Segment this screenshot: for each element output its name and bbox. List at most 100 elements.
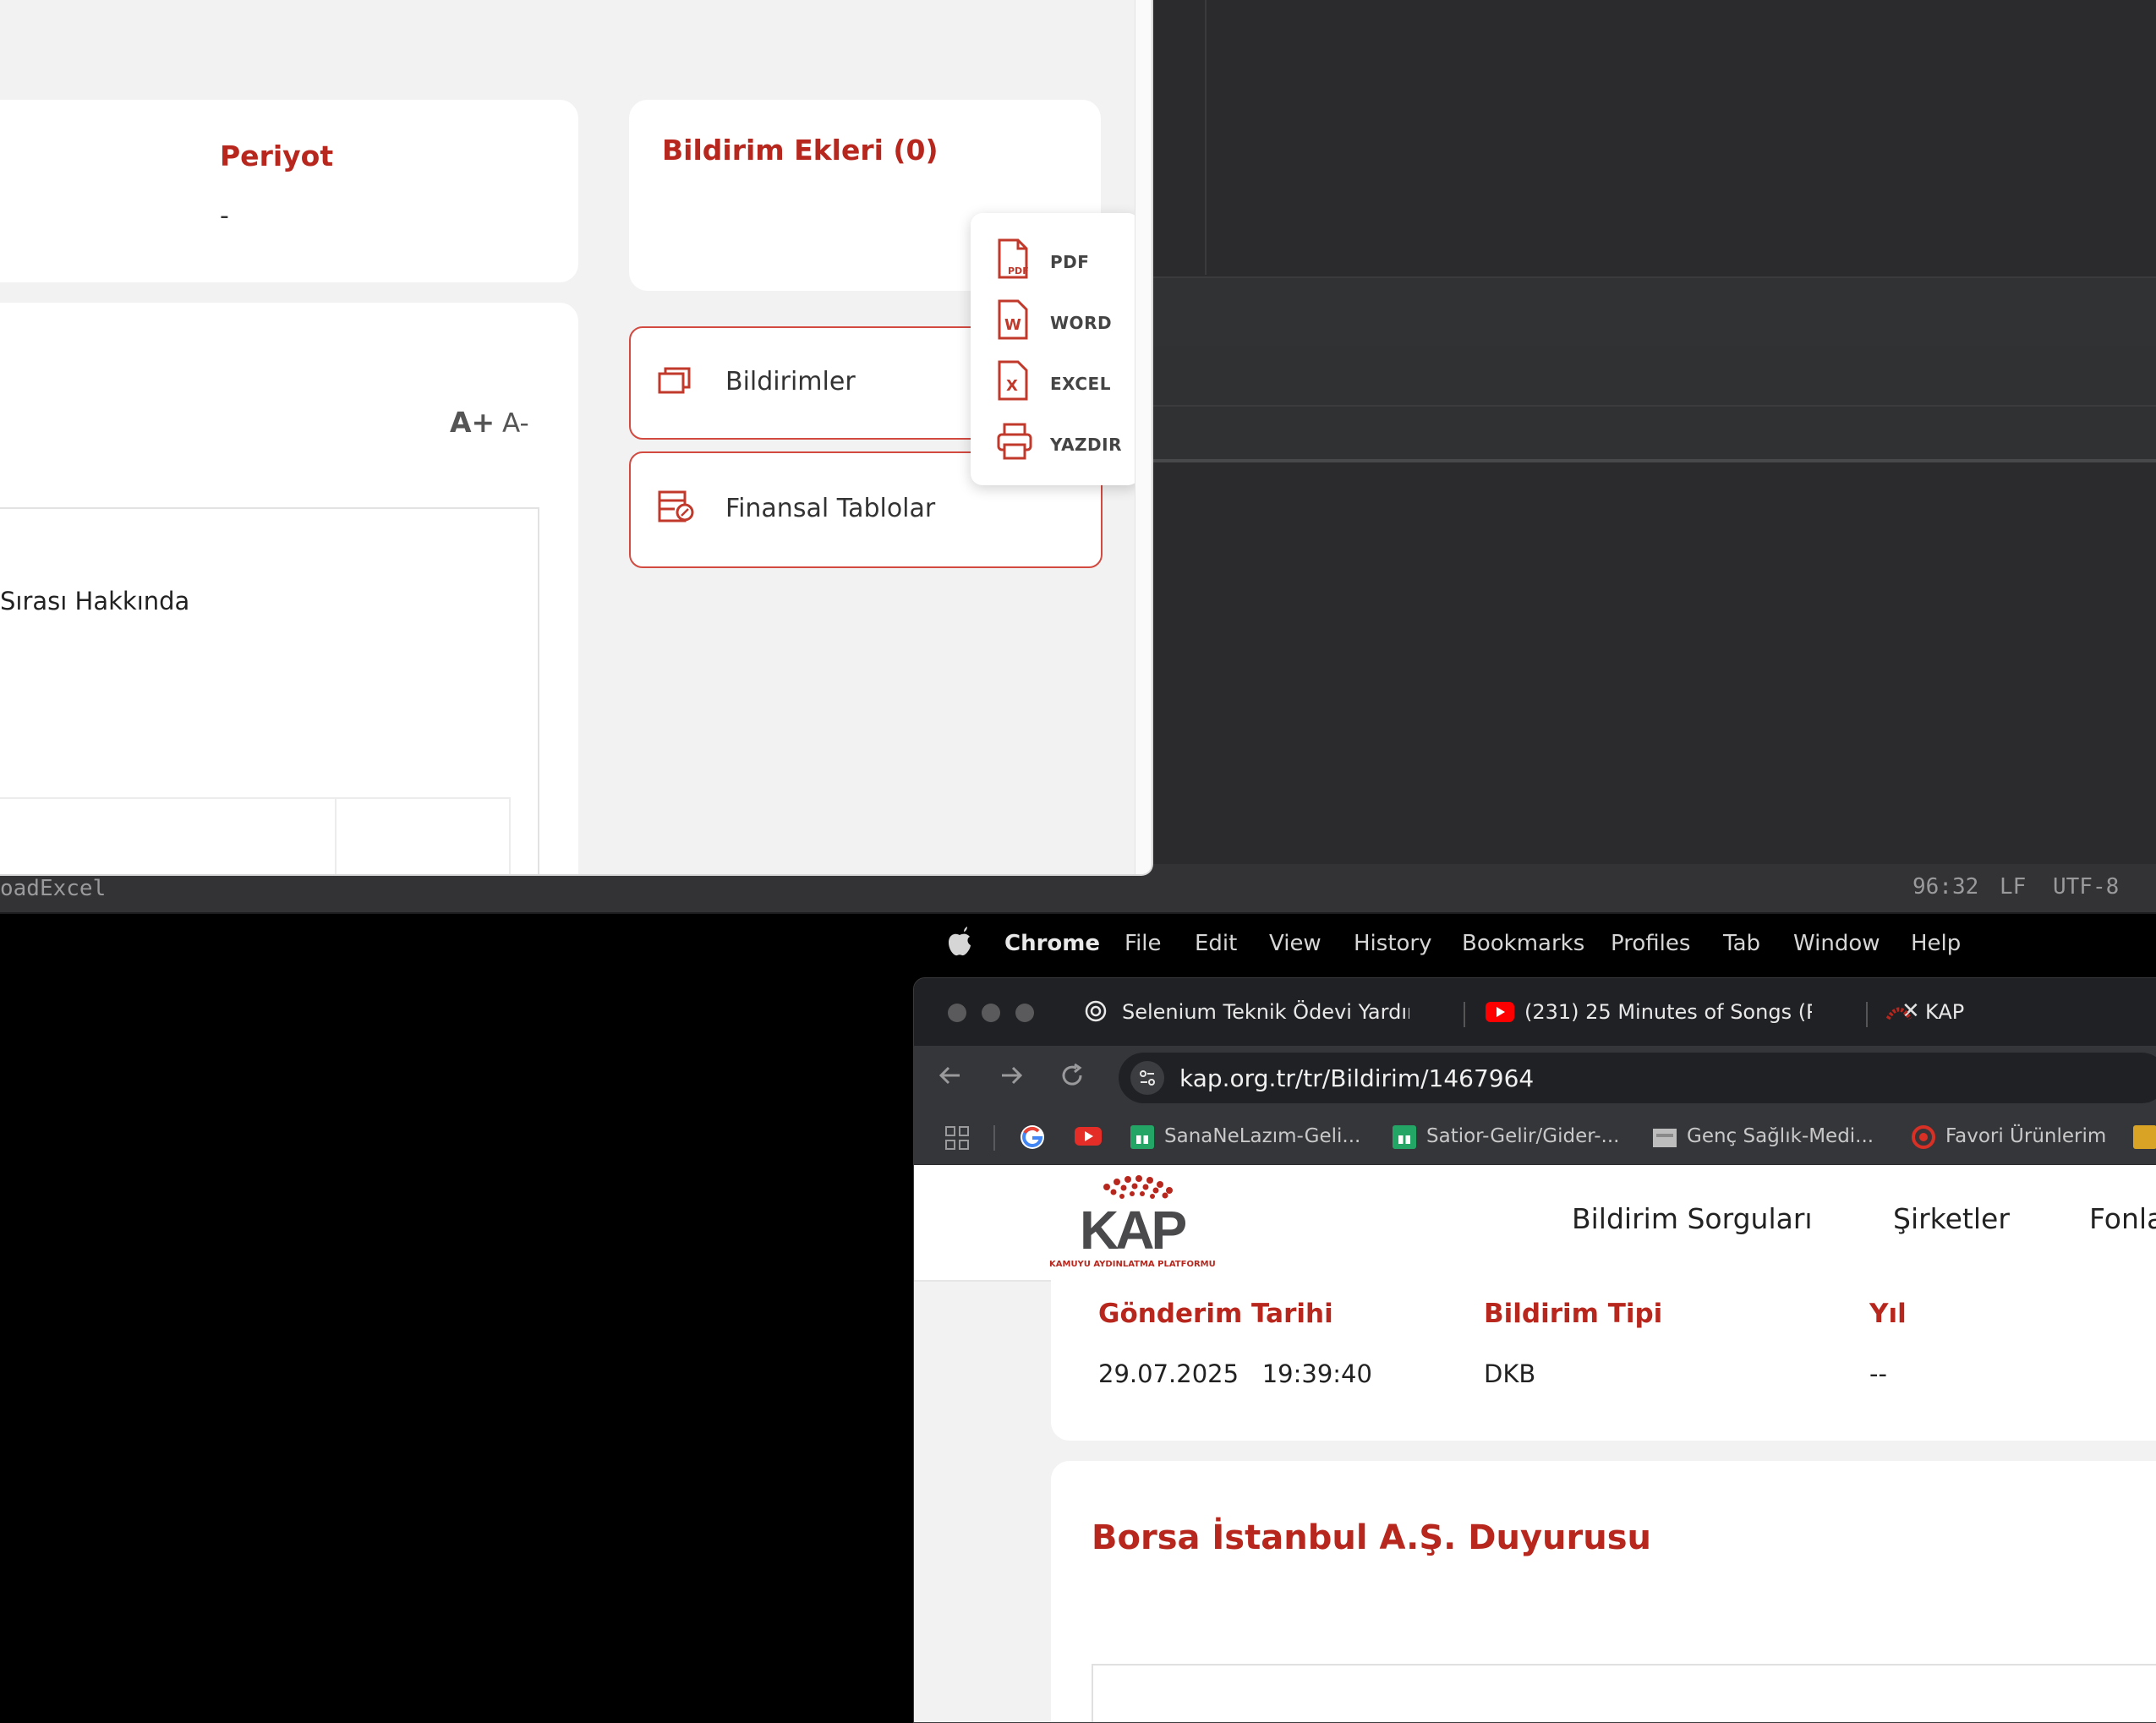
menu-app-name[interactable]: Chrome	[1004, 931, 1100, 956]
nav-bildirim-sorgulari[interactable]: Bildirim Sorguları	[1572, 1202, 1813, 1235]
export-excel-label: EXCEL	[1050, 374, 1111, 394]
site-settings-icon[interactable]	[1130, 1061, 1164, 1095]
export-pdf-label: PDF	[1050, 252, 1090, 272]
word-file-icon: W	[996, 299, 1030, 343]
export-print-label: YAZDIR	[1050, 435, 1122, 455]
sheets-icon	[1130, 1125, 1154, 1149]
export-word-item[interactable]: W WORD	[996, 299, 1140, 347]
tab-separator	[1866, 1002, 1868, 1027]
pdf-file-icon: PDF	[996, 238, 1030, 282]
editor-panel	[1152, 276, 2156, 347]
apple-icon[interactable]	[947, 927, 972, 963]
close-window-button[interactable]	[948, 1004, 966, 1022]
bookmark-google[interactable]	[1019, 1124, 1046, 1156]
bookmark-overflow-icon[interactable]	[2133, 1125, 2156, 1149]
export-excel-item[interactable]: X EXCEL	[996, 360, 1140, 408]
menu-edit[interactable]: Edit	[1195, 931, 1237, 956]
kap-website: KAP KAMUYU AYDINLATMA PLATFORMU Bildirim…	[914, 1165, 2156, 1722]
notification-type-value: DKB	[1484, 1359, 1536, 1388]
bookmark-sananelazim[interactable]: SanaNeLazım-Geli...	[1129, 1124, 1360, 1156]
status-cursor-position[interactable]: 96:32	[1912, 874, 1978, 900]
screen-divider	[0, 912, 2156, 914]
page-icon	[1653, 1129, 1677, 1147]
apps-grid-icon[interactable]	[944, 1125, 970, 1156]
bookmark-youtube[interactable]	[1075, 1127, 1102, 1151]
menu-bookmarks[interactable]: Bookmarks	[1462, 931, 1584, 956]
bookmarks-bar: SanaNeLazım-Geli... Satior-Gelir/Gider-.…	[914, 1110, 2156, 1165]
youtube-icon	[1486, 1002, 1514, 1027]
favorite-icon	[1912, 1125, 1935, 1149]
zoom-window-button[interactable]	[1015, 1004, 1034, 1022]
export-print-item[interactable]: YAZDIR	[996, 421, 1140, 468]
send-date-header: Gönderim Tarihi	[1098, 1299, 1333, 1329]
tab-chatgpt[interactable]: Selenium Teknik Ödevi Yardım ✕	[1083, 997, 1514, 1036]
tab-title: Selenium Teknik Ödevi Yardım	[1122, 1000, 1409, 1024]
menu-window[interactable]: Window	[1793, 931, 1880, 956]
browser-toolbar: kap.org.tr/tr/Bildirim/1467964	[914, 1046, 2156, 1110]
period-card	[0, 100, 578, 282]
document-table	[0, 797, 511, 874]
kap-logo-subtitle: KAMUYU AYDINLATMA PLATFORMU	[1049, 1260, 1216, 1269]
kap-icon	[1885, 1000, 1912, 1027]
svg-text:PDF: PDF	[1008, 265, 1029, 276]
export-menu: PDF PDF W WORD X EXCEL YAZDIR	[971, 213, 1140, 485]
page-scrollbar[interactable]	[1135, 0, 1151, 874]
status-encoding[interactable]: UTF-8	[2053, 874, 2119, 900]
url-text: kap.org.tr/tr/Bildirim/1467964	[1179, 1064, 1535, 1092]
editor-panel	[1152, 346, 2156, 407]
editor-panel	[1152, 407, 2156, 462]
bookmark-label: Favori Ürünlerim	[1945, 1125, 2107, 1147]
kap-detail-page: Periyot - Bildirim Ekleri (0) A+ A- Sıra…	[0, 0, 1153, 876]
tab-youtube[interactable]: (231) 25 Minutes of Songs (Pl ✕	[1486, 997, 1925, 1036]
period-value: -	[220, 201, 229, 231]
bookmark-label: SanaNeLazım-Geli...	[1164, 1125, 1361, 1147]
bookmark-satior[interactable]: Satior-Gelir/Gider-...	[1391, 1124, 1619, 1156]
year-value: --	[1869, 1359, 1887, 1388]
announcement-content-frame	[1092, 1664, 2156, 1722]
youtube-icon	[1075, 1127, 1102, 1146]
bookmark-favori[interactable]: Favori Ürünlerim	[1910, 1124, 2106, 1156]
kap-logo-text: KAP	[1080, 1200, 1187, 1261]
menu-help[interactable]: Help	[1911, 931, 1961, 956]
tab-kap[interactable]: KAP	[1885, 997, 2156, 1036]
bookmark-label: Satior-Gelir/Gider-...	[1426, 1125, 1620, 1147]
menu-view[interactable]: View	[1269, 931, 1322, 956]
notification-type-header: Bildirim Tipi	[1484, 1299, 1663, 1329]
period-label: Periyot	[220, 139, 334, 172]
menu-file[interactable]: File	[1125, 931, 1162, 956]
font-decrease-button[interactable]: A-	[502, 408, 529, 439]
status-line-ending[interactable]: LF	[2000, 874, 2026, 900]
address-bar[interactable]: kap.org.tr/tr/Bildirim/1467964	[1119, 1053, 2156, 1103]
google-icon	[1021, 1125, 1044, 1149]
export-pdf-item[interactable]: PDF PDF	[996, 238, 1140, 286]
font-increase-button[interactable]: A+	[450, 406, 495, 439]
back-arrow-icon[interactable]	[938, 1063, 963, 1091]
announcement-card: Borsa İstanbul A.Ş. Duyurusu	[1051, 1461, 2156, 1722]
bookmark-genc-saglik[interactable]: Genç Sağlık-Medi...	[1651, 1124, 1874, 1156]
status-file-label[interactable]: oadExcel	[0, 876, 106, 901]
nav-sirketler[interactable]: Şirketler	[1893, 1202, 2010, 1235]
menu-tab[interactable]: Tab	[1723, 931, 1760, 956]
nav-fonlar[interactable]: Fonla	[2089, 1202, 2156, 1235]
tab-separator	[1464, 1002, 1465, 1027]
windows-icon	[658, 365, 692, 399]
reload-icon[interactable]	[1059, 1063, 1085, 1091]
menu-history[interactable]: History	[1354, 931, 1432, 956]
tab-strip: Selenium Teknik Ödevi Yardım ✕ (231) 25 …	[914, 978, 2156, 1046]
minimize-window-button[interactable]	[982, 1004, 1000, 1022]
bookmark-label: Genç Sağlık-Medi...	[1687, 1125, 1874, 1147]
editor-gutter-divider	[1205, 0, 1207, 275]
document-text: Sırası Hakkında	[0, 587, 190, 615]
bookmarks-separator	[993, 1125, 995, 1151]
tab-title: KAP	[1925, 1000, 1965, 1024]
notification-info-card: Gönderim Tarihi Bildirim Tipi Yıl 29.07.…	[1051, 1280, 2156, 1441]
attachments-label: Bildirim Ekleri (0)	[662, 134, 938, 167]
chatgpt-icon	[1083, 998, 1108, 1029]
svg-text:X: X	[1006, 377, 1018, 395]
forward-arrow-icon[interactable]	[999, 1063, 1024, 1091]
menu-profiles[interactable]: Profiles	[1611, 931, 1690, 956]
notifications-label: Bildirimler	[725, 367, 856, 397]
financial-table-icon	[658, 490, 695, 528]
document-table-divider	[335, 797, 337, 874]
sheets-icon	[1393, 1125, 1416, 1149]
